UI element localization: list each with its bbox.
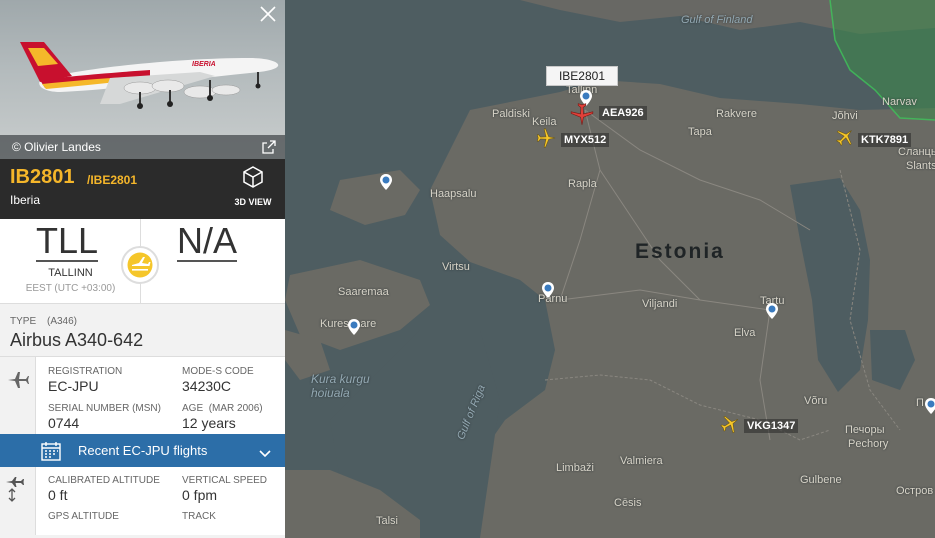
vertical-speed-label: VERTICAL SPEED [182,475,268,486]
destination-code: N/A [177,220,238,262]
flight-info-panel: IBERIA © Olivier Landes IB2801 /IBE2801 … [0,0,285,538]
airplane-side-icon-column [0,357,36,434]
place-paldiski: Paldiski [492,108,530,120]
place-valmiera: Valmiera [620,455,663,467]
place-elva: Elva [734,327,756,339]
place-cesis: Cēsis [614,497,642,509]
registration-label: REGISTRATION [48,366,123,377]
flight-label-vkg1347[interactable]: VKG1347 [744,419,799,433]
modes-field: MODE-S CODE 34230C [182,366,254,394]
serial-label: SERIAL NUMBER (MSN) [48,403,161,414]
photo-credit: © Olivier Landes [0,135,285,159]
serial-field: SERIAL NUMBER (MSN) 0744 [48,403,161,431]
route-section: TLL TALLINN EEST (UTC +03:00) N/A [0,219,285,304]
place-pechory-latin: Pechory [848,438,889,450]
place-rapla: Rapla [568,178,597,190]
aircraft-icon[interactable] [834,126,856,153]
gps-altitude-label: GPS ALTITUDE [48,511,119,522]
airport-pin[interactable] [379,173,393,191]
altitude-section: CALIBRATED ALTITUDE 0 ft VERTICAL SPEED … [0,467,285,535]
chevron-down-icon [259,445,271,463]
place-viljandi: Viljandi [642,298,678,310]
airport-pin[interactable] [924,397,935,415]
age-field: AGE (MAR 2006) 12 years [182,403,263,431]
3d-view-button[interactable]: 3D VIEW [231,165,275,207]
water-label-gulf-finland: Gulf of Finland [681,14,753,26]
place-slantsy-cyr: Сланцы [898,146,935,158]
flight-label-aea926[interactable]: AEA926 [599,106,647,120]
place-gulbene: Gulbene [800,474,842,486]
country-label-estonia: Estonia [635,240,725,263]
calendar-icon [40,440,62,467]
aircraft-icon[interactable] [535,127,557,154]
vertical-speed-value: 0 fpm [182,487,218,503]
close-icon[interactable] [259,5,277,23]
cube-icon [241,166,265,193]
airport-pin[interactable] [347,318,361,336]
registration-field: REGISTRATION EC-JPU [48,366,122,394]
flight-header: IB2801 /IBE2801 Iberia 3D VIEW [0,159,285,219]
svg-text:IBERIA: IBERIA [192,61,216,68]
place-talsi: Talsi [376,515,399,527]
aircraft-photo[interactable]: IBERIA © Olivier Landes [0,0,285,159]
aircraft-model: Airbus A340-642 [10,330,144,350]
track-label: TRACK [182,511,216,522]
3d-view-label: 3D VIEW [234,197,272,207]
origin-timezone: EEST (UTC +03:00) [25,283,116,294]
airport-pin[interactable] [541,281,555,299]
flight-callsign-alt: /IBE2801 [87,173,138,187]
modes-value: 34230C [182,378,232,394]
aircraft-icon[interactable] [719,413,741,440]
landing-plane-icon [121,246,159,284]
origin-airport[interactable]: TLL TALLINN EEST (UTC +03:00) [0,219,141,304]
water-label-kura: Kura kurgu hoiuala [311,372,370,400]
altitude-icon-column [0,467,36,535]
place-limbazi: Limbaži [556,462,594,474]
place-virtsu: Virtsu [442,261,470,273]
registration-section: REGISTRATION EC-JPU MODE-S CODE 34230C S… [0,357,285,434]
place-haapsalu: Haapsalu [430,188,477,200]
type-code: (A346) [47,316,78,327]
gps-altitude-field: GPS ALTITUDE [48,511,119,522]
place-voru: Võru [804,395,828,407]
place-saaremaa: Saaremaa [338,286,389,298]
flight-callsign: IB2801 [10,166,75,188]
modes-label: MODE-S CODE [182,366,254,377]
airline-name: Iberia [10,193,41,207]
place-pechory-cyr: Печоры [845,424,885,436]
flight-label-myx512[interactable]: MYX512 [561,133,610,147]
calibrated-altitude-label: CALIBRATED ALTITUDE [48,475,160,486]
track-field: TRACK [182,511,216,522]
origin-code: TLL [36,220,99,262]
place-slantsy-latin: Slantsy [906,160,935,172]
aircraft-type-section: TYPE (A346) Airbus A340-642 [0,304,285,357]
age-note: (MAR 2006) [208,403,263,414]
age-label: AGE [182,403,204,414]
external-link-icon[interactable] [261,139,277,155]
type-label: TYPE [10,316,37,327]
altitude-icon [6,477,24,502]
airplane-icon [8,372,29,388]
serial-value: 0744 [48,415,80,431]
flight-label-ktk7891[interactable]: KTK7891 [858,133,912,147]
place-narva: Narvav [882,96,917,108]
place-pskov: П [916,397,924,409]
vertical-speed-field: VERTICAL SPEED 0 fpm [182,475,267,503]
recent-flights-button[interactable]: Recent EC-JPU flights [0,434,285,467]
airport-pin[interactable] [765,302,779,320]
recent-flights-label: Recent EC-JPU flights [78,443,208,458]
place-tapa: Tapa [688,126,712,138]
age-value: 12 years [182,415,236,431]
origin-city: TALLINN [48,267,93,279]
calibrated-altitude-value: 0 ft [48,487,68,503]
calibrated-altitude-field: CALIBRATED ALTITUDE 0 ft [48,475,160,503]
place-ostrov: Остров [896,485,934,497]
selected-aircraft-icon[interactable] [569,101,595,132]
place-rakvere: Rakvere [716,108,757,120]
selected-flight-callout[interactable]: IBE2801 [546,66,618,86]
registration-value: EC-JPU [48,378,99,394]
place-johvi: Jõhvi [832,110,858,122]
